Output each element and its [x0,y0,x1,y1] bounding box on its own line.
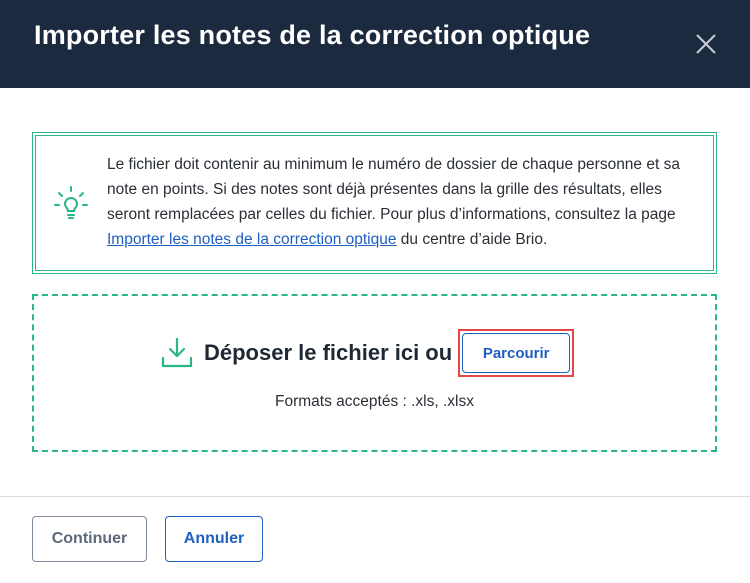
info-text-before: Le fichier doit contenir au minimum le n… [107,156,680,223]
dropzone-row: Déposer le fichier ici ou Parcourir [160,328,575,378]
import-dialog: Importer les notes de la correction opti… [0,0,750,583]
dropzone-label: Déposer le fichier ici ou [204,340,453,365]
browse-highlight: Parcourir [458,329,575,377]
browse-button[interactable]: Parcourir [462,333,571,373]
close-icon[interactable] [690,28,722,60]
cancel-button[interactable]: Annuler [165,516,263,562]
lightbulb-icon [54,186,88,219]
dialog-header: Importer les notes de la correction opti… [0,0,750,88]
footer-divider [0,496,750,497]
dialog-title: Importer les notes de la correction opti… [34,20,591,50]
info-box: Le fichier doit contenir au minimum le n… [32,132,717,274]
info-text: Le fichier doit contenir au minimum le n… [107,152,707,252]
continue-button[interactable]: Continuer [32,516,147,562]
accepted-formats: Formats acceptés : .xls, .xlsx [275,393,474,410]
file-dropzone[interactable]: Déposer le fichier ici ou Parcourir Form… [32,294,717,452]
download-icon [161,337,193,368]
info-text-after: du centre d’aide Brio. [396,231,548,248]
help-link[interactable]: Importer les notes de la correction opti… [107,231,397,248]
